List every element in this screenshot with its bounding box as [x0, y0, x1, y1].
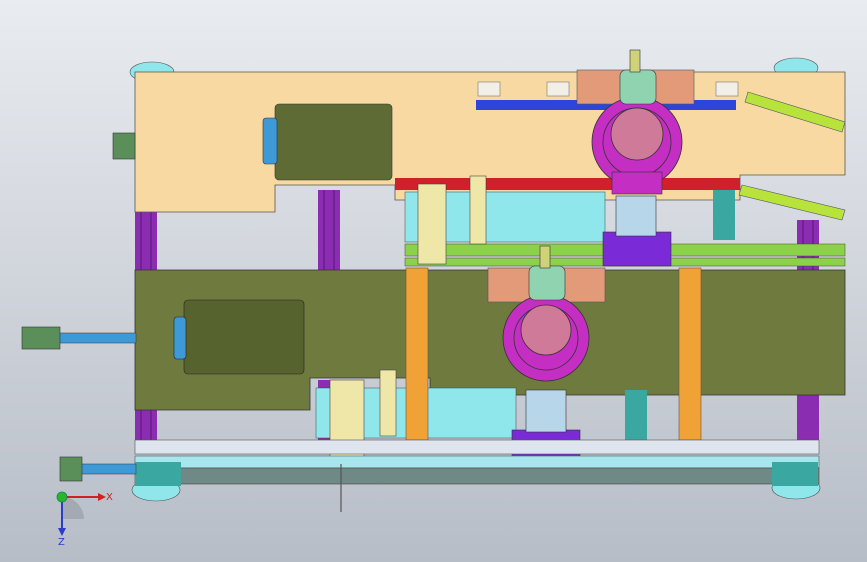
base-corner-right: [772, 462, 818, 486]
base-rail-top: [134, 439, 820, 455]
lower-clamp: [173, 316, 187, 360]
lower-motor-top: [539, 245, 551, 269]
base-rod-cylinder: [59, 456, 83, 482]
cream-bracket-upper-2: [469, 175, 487, 245]
lower-rod: [55, 332, 137, 344]
upper-actuator-stem: [615, 195, 657, 237]
cad-viewport[interactable]: X Z: [0, 0, 867, 562]
y-axis-dot: [56, 491, 68, 503]
base-rail-mid: [134, 455, 820, 469]
teal-post-right: [713, 190, 735, 240]
lower-motor: [528, 265, 566, 301]
upper-actuator-block: [602, 231, 672, 267]
cream-bracket-lower-2: [379, 369, 397, 437]
assembly-drawing: X Z: [0, 0, 867, 562]
base-corner-left: [135, 462, 181, 486]
lower-actuator-stem: [525, 389, 567, 433]
base-rail-low: [134, 467, 820, 485]
cream-bracket-upper: [417, 183, 447, 265]
red-bar: [395, 178, 740, 190]
lower-rod-cylinder: [21, 326, 61, 350]
upper-plate-window: [274, 103, 393, 181]
upper-motor-top: [629, 49, 641, 73]
x-axis-label: X: [106, 492, 113, 503]
lower-plate-window: [183, 299, 305, 375]
z-axis-label: Z: [58, 537, 65, 548]
upper-rotary-neck: [611, 171, 663, 195]
upper-rotary-disc: [610, 107, 664, 161]
teal-post-left: [625, 390, 647, 440]
lower-rotary-disc: [520, 304, 572, 356]
upper-side-cylinder: [112, 132, 136, 160]
upper-clamp: [262, 117, 278, 165]
upper-motor: [619, 69, 657, 105]
